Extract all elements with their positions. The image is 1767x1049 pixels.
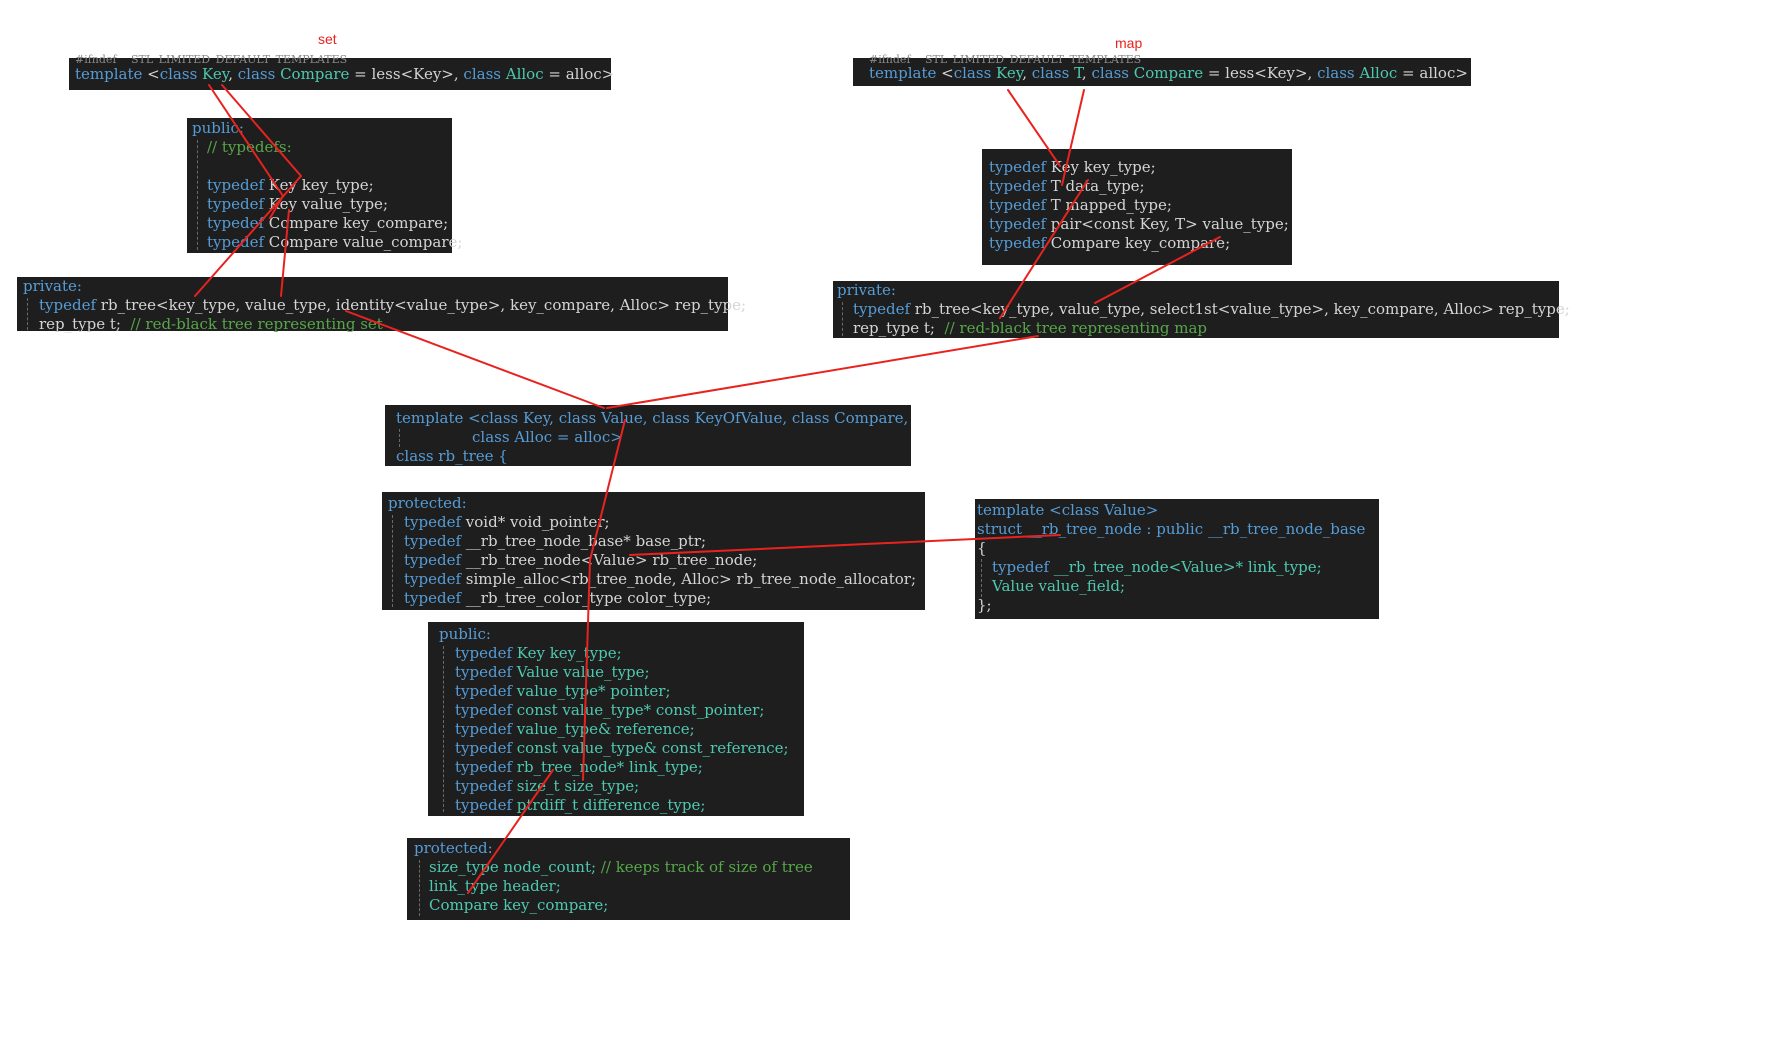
map-template-line: template <class Key, class T, class Comp… <box>869 64 1468 82</box>
map-private-header: private: <box>837 281 896 299</box>
map-typedef-line: typedef Compare key_compare; <box>989 234 1231 252</box>
rb-tree-public-line: typedef const value_type& const_referenc… <box>455 739 789 757</box>
set-public-header: public: <box>192 119 244 137</box>
rb-tree-members-header: protected: <box>414 839 493 857</box>
rb-tree-template-line-1: template <class Key, class Value, class … <box>396 409 909 427</box>
header-member: link_type header; <box>429 877 561 895</box>
set-template-box: #ifndef __STL_LIMITED_DEFAULT_TEMPLATES … <box>69 54 615 90</box>
rb-tree-public-line: typedef size_t size_type; <box>455 777 640 795</box>
rb-tree-public-line: typedef ptrdiff_t difference_type; <box>455 796 706 814</box>
set-template-cropped-line: #ifndef __STL_LIMITED_DEFAULT_TEMPLATES <box>75 54 348 63</box>
map-typedef-line: typedef T mapped_type; <box>989 196 1172 214</box>
node-count-member: size_type node_count; // keeps track of … <box>429 858 813 876</box>
set-public-line: typedef Compare key_compare; <box>207 214 449 232</box>
map-typedef-line: typedef pair<const Key, T> value_type; <box>989 215 1289 233</box>
rb-tree-protected-line: typedef simple_alloc<rb_tree_node, Alloc… <box>404 570 917 588</box>
rb-tree-protected-box: protected: typedef void* void_pointer; t… <box>382 492 925 610</box>
rb-tree-template-line-2: class Alloc = alloc> <box>472 428 623 446</box>
set-public-line: typedef Key value_type; <box>207 195 388 213</box>
set-private-header: private: <box>23 277 82 295</box>
rb-tree-protected-line: typedef void* void_pointer; <box>404 513 610 531</box>
set-public-line: typedef Key key_type; <box>207 176 374 194</box>
rb-tree-protected-line: typedef __rb_tree_node<Value> rb_tree_no… <box>404 551 758 569</box>
rb-tree-public-line: typedef value_type& reference; <box>455 720 695 738</box>
map-rep-member: rep_type t; // red-black tree representi… <box>853 319 1208 337</box>
rb-tree-template-box: template <class Key, class Value, class … <box>385 405 911 466</box>
set-public-box: public: // typedefs: typedef Key key_typ… <box>187 118 462 253</box>
map-private-box: private: typedef rb_tree<key_type, value… <box>833 281 1570 338</box>
map-template-box: #ifndef __STL_LIMITED_DEFAULT_TEMPLATES … <box>853 54 1471 86</box>
set-rep-member: rep_type t; // red-black tree representi… <box>39 315 383 333</box>
map-rep-type-typedef: typedef rb_tree<key_type, value_type, se… <box>853 300 1570 318</box>
set-template-line: template <class Key, class Compare = les… <box>75 65 615 83</box>
rb-tree-members-box: protected: size_type node_count; // keep… <box>407 838 850 920</box>
map-typedef-line: typedef T data_type; <box>989 177 1145 195</box>
set-label: set <box>318 31 337 47</box>
map-typedef-line: typedef Key key_type; <box>989 158 1156 176</box>
rb-tree-public-header: public: <box>439 625 491 643</box>
rb-tree-protected-line: typedef __rb_tree_node_base* base_ptr; <box>404 532 707 550</box>
node-link-type-line: typedef __rb_tree_node<Value>* link_type… <box>992 558 1322 576</box>
key-compare-member: Compare key_compare; <box>429 896 609 914</box>
rb-tree-protected-header: protected: <box>388 494 467 512</box>
node-template-line: template <class Value> <box>977 501 1159 519</box>
rb-tree-node-struct-box: template <class Value> struct __rb_tree_… <box>975 499 1379 619</box>
set-typedefs-comment: // typedefs: <box>207 138 292 156</box>
map-template-cropped-line: #ifndef __STL_LIMITED_DEFAULT_TEMPLATES <box>869 54 1142 63</box>
map-typedefs-box: typedef Key key_type; typedef T data_typ… <box>982 149 1292 265</box>
rb-tree-public-line: typedef Value value_type; <box>455 663 650 681</box>
node-open-brace: { <box>977 539 987 557</box>
node-value-field-line: Value value_field; <box>992 577 1126 595</box>
rb-tree-public-line: typedef const value_type* const_pointer; <box>455 701 765 719</box>
set-private-box: private: typedef rb_tree<key_type, value… <box>17 277 746 333</box>
rb-tree-public-line: typedef Key key_type; <box>455 644 622 662</box>
rb-tree-public-box: public: typedef Key key_type; typedef Va… <box>428 622 804 816</box>
node-close-brace: }; <box>977 596 992 614</box>
rb-tree-public-line: typedef value_type* pointer; <box>455 682 671 700</box>
rb-tree-public-line: typedef rb_tree_node* link_type; <box>455 758 703 776</box>
node-struct-line: struct __rb_tree_node : public __rb_tree… <box>977 520 1366 538</box>
set-rep-type-typedef: typedef rb_tree<key_type, value_type, id… <box>39 296 747 314</box>
map-label: map <box>1115 35 1143 51</box>
connector-line <box>606 335 1039 409</box>
set-public-line: typedef Compare value_compare; <box>207 233 463 251</box>
rb-tree-class-line: class rb_tree { <box>396 447 508 465</box>
rb-tree-protected-line: typedef __rb_tree_color_type color_type; <box>404 589 712 607</box>
